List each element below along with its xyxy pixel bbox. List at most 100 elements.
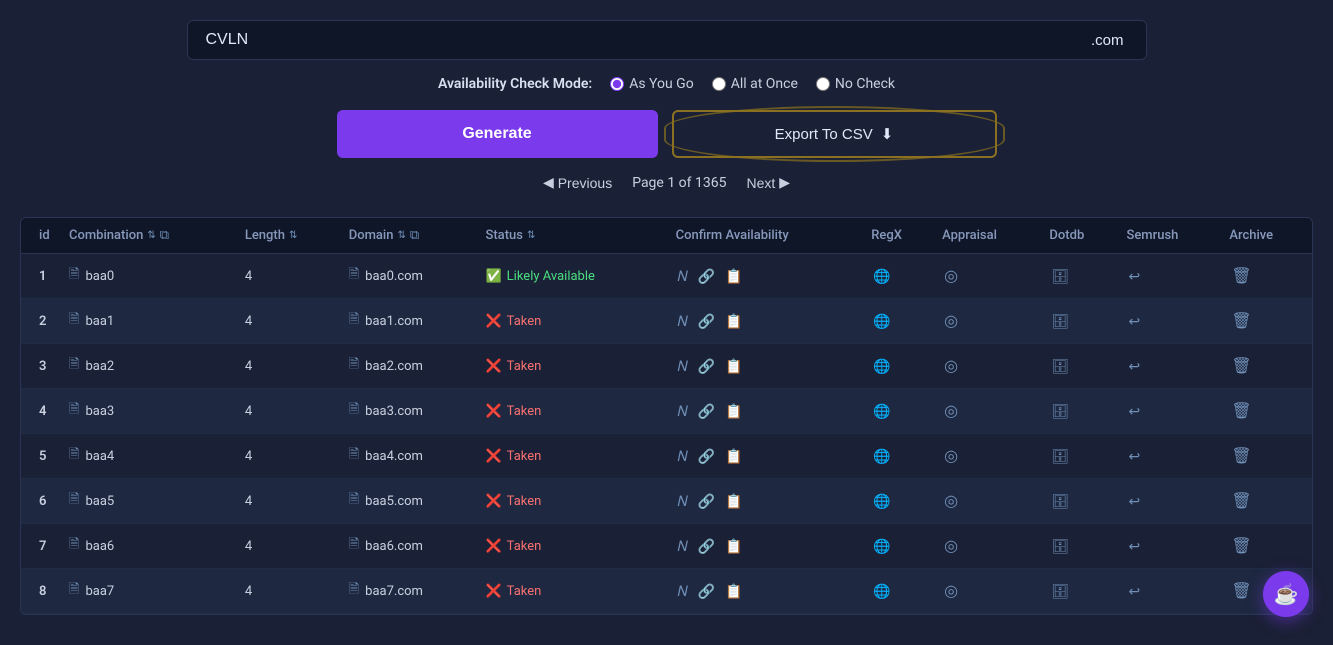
semrush-btn[interactable]: ↩	[1126, 311, 1142, 332]
dotdb-btn[interactable]: 🗄	[1049, 311, 1071, 332]
next-button[interactable]: Next ▶	[746, 174, 790, 191]
archive-btn[interactable]: 🗑	[1229, 399, 1253, 423]
regx-globe-btn[interactable]: 🌐	[871, 446, 892, 467]
combination-copy-icon[interactable]: ⧉	[160, 228, 169, 243]
link-check-btn[interactable]: 🔗	[696, 401, 717, 422]
cell-domain: 🗎 baa3.com	[341, 389, 478, 434]
archive-btn[interactable]: 🗑	[1229, 354, 1253, 378]
export-csv-button[interactable]: Export To CSV ⬇	[672, 110, 997, 158]
archive-btn[interactable]: 🗑	[1229, 309, 1253, 333]
clipboard-icon: 🗎	[69, 355, 79, 377]
clipboard-check-btn[interactable]: 📋	[723, 266, 744, 287]
regx-globe-btn[interactable]: 🌐	[871, 491, 892, 512]
combination-sort-icon[interactable]: ⇅	[147, 230, 155, 241]
namecheap-check-btn[interactable]: 𝑁	[676, 266, 690, 287]
radio-no-check[interactable]: No Check	[816, 76, 895, 92]
clipboard-check-btn[interactable]: 📋	[723, 311, 744, 332]
link-check-btn[interactable]: 🔗	[696, 491, 717, 512]
clipboard-check-btn[interactable]: 📋	[723, 446, 744, 467]
cell-semrush: ↩	[1118, 299, 1221, 344]
col-archive: Archive	[1221, 218, 1312, 254]
appraisal-btn[interactable]: ◎	[942, 264, 960, 288]
appraisal-btn[interactable]: ◎	[942, 354, 960, 378]
status-taken: ❌Taken	[485, 359, 659, 374]
link-check-btn[interactable]: 🔗	[696, 356, 717, 377]
link-check-btn[interactable]: 🔗	[696, 446, 717, 467]
namecheap-check-btn[interactable]: 𝑁	[676, 446, 690, 467]
clipboard-check-btn[interactable]: 📋	[723, 401, 744, 422]
link-check-btn[interactable]: 🔗	[696, 536, 717, 557]
regx-globe-btn[interactable]: 🌐	[871, 536, 892, 557]
cell-id: 5	[21, 434, 61, 479]
status-sort-icon[interactable]: ⇅	[527, 230, 535, 241]
dotdb-btn[interactable]: 🗄	[1049, 356, 1071, 377]
cell-domain: 🗎 baa0.com	[341, 254, 478, 299]
semrush-btn[interactable]: ↩	[1126, 491, 1142, 512]
dotdb-btn[interactable]: 🗄	[1049, 491, 1071, 512]
archive-btn[interactable]: 🗑	[1229, 579, 1253, 603]
regx-globe-btn[interactable]: 🌐	[871, 356, 892, 377]
table-row: 6 🗎 baa5 4 🗎 baa5.com ❌Taken 𝑁 🔗 📋 🌐	[21, 479, 1312, 524]
tld-button[interactable]: .com	[1069, 20, 1147, 60]
dotdb-btn[interactable]: 🗄	[1049, 581, 1071, 602]
table-row: 7 🗎 baa6 4 🗎 baa6.com ❌Taken 𝑁 🔗 📋 🌐	[21, 524, 1312, 569]
archive-btn[interactable]: 🗑	[1229, 534, 1253, 558]
cell-status: ✅Likely Available	[477, 254, 667, 299]
domain-sort-icon[interactable]: ⇅	[397, 230, 405, 241]
namecheap-check-btn[interactable]: 𝑁	[676, 356, 690, 377]
archive-btn[interactable]: 🗑	[1229, 444, 1253, 468]
radio-as-you-go[interactable]: As You Go	[610, 76, 694, 92]
clipboard-check-btn[interactable]: 📋	[723, 356, 744, 377]
appraisal-btn[interactable]: ◎	[942, 489, 960, 513]
clipboard-check-btn[interactable]: 📋	[723, 536, 744, 557]
mode-row: Availability Check Mode: As You Go All a…	[438, 76, 895, 92]
dotdb-btn[interactable]: 🗄	[1049, 446, 1071, 467]
namecheap-check-btn[interactable]: 𝑁	[676, 311, 690, 332]
mode-label: Availability Check Mode:	[438, 76, 592, 92]
appraisal-btn[interactable]: ◎	[942, 399, 960, 423]
appraisal-btn[interactable]: ◎	[942, 309, 960, 333]
previous-button[interactable]: ◀ Previous	[543, 174, 612, 191]
namecheap-check-btn[interactable]: 𝑁	[676, 581, 690, 602]
cell-semrush: ↩	[1118, 524, 1221, 569]
appraisal-btn[interactable]: ◎	[942, 534, 960, 558]
cell-id: 8	[21, 569, 61, 614]
download-icon: ⬇	[881, 125, 894, 143]
regx-globe-btn[interactable]: 🌐	[871, 311, 892, 332]
regx-globe-btn[interactable]: 🌐	[871, 581, 892, 602]
semrush-btn[interactable]: ↩	[1126, 356, 1142, 377]
length-sort-icon[interactable]: ⇅	[289, 230, 297, 241]
namecheap-check-btn[interactable]: 𝑁	[676, 536, 690, 557]
cell-archive: 🗑	[1221, 344, 1312, 389]
semrush-btn[interactable]: ↩	[1126, 581, 1142, 602]
semrush-btn[interactable]: ↩	[1126, 446, 1142, 467]
dotdb-btn[interactable]: 🗄	[1049, 401, 1071, 422]
fab-support-button[interactable]: ☕	[1263, 571, 1309, 617]
archive-btn[interactable]: 🗑	[1229, 264, 1253, 288]
dotdb-btn[interactable]: 🗄	[1049, 536, 1071, 557]
regx-globe-btn[interactable]: 🌐	[871, 401, 892, 422]
namecheap-check-btn[interactable]: 𝑁	[676, 401, 690, 422]
cell-appraisal: ◎	[934, 299, 1041, 344]
radio-all-at-once[interactable]: All at Once	[712, 76, 798, 92]
semrush-btn[interactable]: ↩	[1126, 266, 1142, 287]
generate-button[interactable]: Generate	[337, 110, 658, 158]
semrush-btn[interactable]: ↩	[1126, 401, 1142, 422]
search-input[interactable]	[187, 20, 1069, 60]
link-check-btn[interactable]: 🔗	[696, 266, 717, 287]
namecheap-check-btn[interactable]: 𝑁	[676, 491, 690, 512]
link-check-btn[interactable]: 🔗	[696, 581, 717, 602]
semrush-btn[interactable]: ↩	[1126, 536, 1142, 557]
cell-appraisal: ◎	[934, 524, 1041, 569]
clipboard-check-btn[interactable]: 📋	[723, 491, 744, 512]
cell-id: 7	[21, 524, 61, 569]
domain-copy-icon[interactable]: ⧉	[410, 228, 419, 243]
link-check-btn[interactable]: 🔗	[696, 311, 717, 332]
dotdb-btn[interactable]: 🗄	[1049, 266, 1071, 287]
appraisal-btn[interactable]: ◎	[942, 444, 960, 468]
archive-btn[interactable]: 🗑	[1229, 489, 1253, 513]
regx-globe-btn[interactable]: 🌐	[871, 266, 892, 287]
appraisal-btn[interactable]: ◎	[942, 579, 960, 603]
clipboard-check-btn[interactable]: 📋	[723, 581, 744, 602]
page-info: Page 1 of 1365	[632, 175, 726, 191]
